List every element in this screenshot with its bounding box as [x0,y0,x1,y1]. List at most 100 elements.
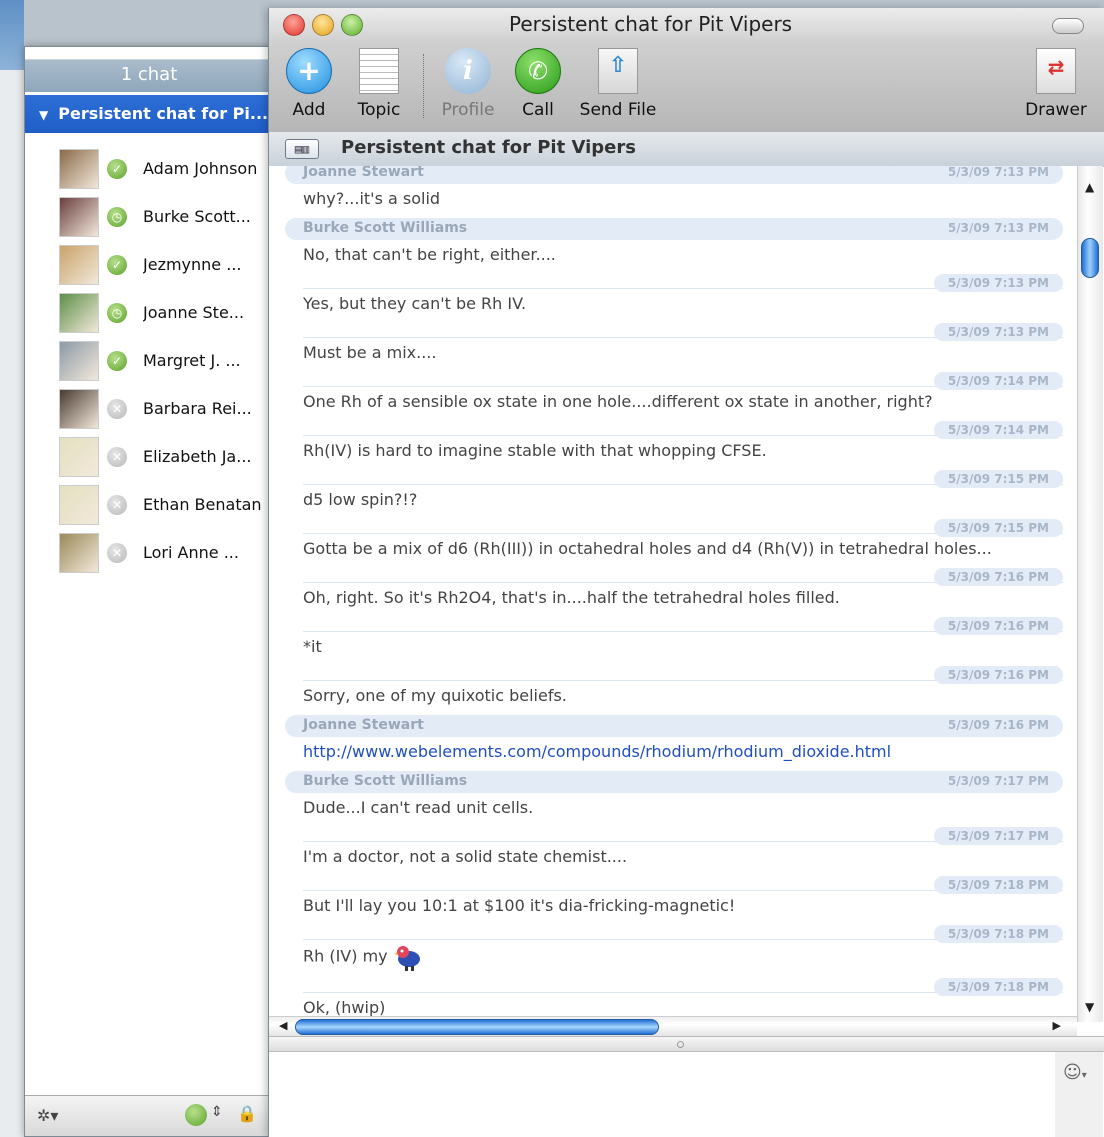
close-button[interactable] [283,14,305,36]
chat-transcript[interactable]: Joanne Stewart 5/3/09 7:13 PM why?...it's … [269,166,1077,1022]
horizontal-scroll-thumb[interactable] [295,1019,659,1035]
available-status-icon[interactable] [185,1104,207,1126]
scroll-down-icon[interactable]: ▼ [1085,1000,1094,1014]
available-status-icon: ◷ [107,303,127,323]
message-timestamp: 5/3/09 7:16 PM [933,666,1063,684]
message-sender-bar: Burke Scott Williams 5/3/09 7:17 PM [285,771,1063,793]
vertical-scroll-thumb[interactable] [1081,238,1099,278]
available-status-icon: ◷ [107,207,127,227]
scroll-right-icon[interactable]: ▶ [1053,1019,1061,1032]
message-text: Yes, but they can't be Rh IV. [303,294,527,313]
window-title: Persistent chat for Pit Vipers [509,12,793,36]
status-glyph: ✕ [111,402,123,416]
offline-status-icon: ✕ [107,495,127,515]
message-timestamp: 5/3/09 7:13 PM [947,221,1049,235]
chat-titlebar[interactable]: Persistent chat for Pit Vipers [269,8,1104,44]
buddy-row[interactable]: ✕ Barbara Rei... [59,387,275,435]
emoticon-panel: ☺▾ [1055,1052,1103,1137]
buddy-row[interactable]: ✓ Jezmynne ... [59,243,275,291]
desktop-sky [0,0,24,70]
scroll-up-icon[interactable]: ▲ [1085,180,1094,194]
message-timestamp: 5/3/09 7:17 PM [947,774,1049,788]
message-timestamp: 5/3/09 7:14 PM [933,421,1063,439]
toolbar-toggle-button[interactable] [1052,18,1084,34]
profile-button[interactable]: i Profile [439,48,497,128]
message-separator: 5/3/09 7:17 PM [303,827,1063,845]
transcript-content: Joanne Stewart 5/3/09 7:13 PM why?...it's … [269,166,1077,1021]
message-separator: 5/3/09 7:16 PM [303,666,1063,684]
message-text: http://www.webelements.com/compounds/rho… [303,739,1057,765]
buddy-name: Margret J. ... [143,351,241,370]
group-header-persistent-chat[interactable]: ▼ Persistent chat for Pi... [25,95,273,133]
send-file-button[interactable]: ⇧ Send File [577,48,659,128]
message-timestamp: 5/3/09 7:13 PM [947,166,1049,179]
disclosure-triangle-icon[interactable]: ▼ [39,96,48,133]
buddy-name: Ethan Benatan [143,495,262,514]
vertical-scrollbar[interactable]: ▲ ▼ [1077,166,1103,1022]
avatar [59,293,99,333]
phone-glyph: ✆ [527,57,549,85]
buddy-row[interactable]: ✓ Margret J. ... [59,339,275,387]
message-separator: 5/3/09 7:14 PM [303,372,1063,390]
buddy-row[interactable]: ◷ Joanne Ste... [59,291,275,339]
message-sender-bar: Joanne Stewart 5/3/09 7:16 PM [285,715,1063,737]
lock-icon[interactable]: 🔒 [237,1104,257,1123]
input-splitter[interactable] [269,1036,1104,1052]
call-label: Call [522,100,554,120]
splitter-grip-icon[interactable] [677,1041,684,1048]
sender-name: Joanne Stewart [303,717,424,733]
minimize-button[interactable] [312,14,334,36]
buddy-name: Joanne Ste... [143,303,245,322]
avatar [59,245,99,285]
status-glyph: ◷ [111,306,123,320]
chat-header-title: Persistent chat for Pit Vipers [341,137,636,158]
call-button[interactable]: ✆ Call [513,48,563,128]
topic-button[interactable]: Topic [351,48,407,128]
scroll-left-icon[interactable]: ◀ [279,1019,287,1032]
chat-room-icon: ▤▥ [285,139,319,159]
buddy-name: Barbara Rei... [143,399,252,418]
buddy-name: Jezmynne ... [143,255,242,274]
avatar [59,149,99,189]
zoom-button[interactable] [341,14,363,36]
available-status-icon: ✓ [107,351,127,371]
emoticon-menu-button[interactable]: ☺▾ [1063,1062,1087,1083]
status-glyph: ✕ [111,546,123,560]
buddy-row[interactable]: ✓ Adam Johnson [59,147,275,195]
message-separator: 5/3/09 7:18 PM [303,925,1063,943]
offline-status-icon: ✕ [107,543,127,563]
buddy-row[interactable]: ✕ Ethan Benatan [59,483,275,531]
status-glyph: ✕ [111,450,123,464]
buddy-row[interactable]: ✕ Lori Anne ... [59,531,275,579]
horizontal-scrollbar[interactable]: ◀ ▶ [269,1016,1077,1036]
buddy-row[interactable]: ◷ Burke Scott... [59,195,275,243]
drawer-button[interactable]: ⇄ Drawer [1023,48,1089,128]
buddy-list-footer: ✲▾ ⇕ 🔒 [25,1095,273,1136]
message-text: I'm a doctor, not a solid state chemist.… [303,847,628,866]
available-status-icon: ✓ [107,255,127,275]
status-menu-arrows-icon[interactable]: ⇕ [211,1104,223,1120]
buddy-list-title: 1 chat [25,59,273,92]
message-text: Rh(IV) is hard to imagine stable with th… [303,441,767,460]
message-timestamp: 5/3/09 7:15 PM [933,519,1063,537]
buddy-row[interactable]: ✕ Elizabeth Ja... [59,435,275,483]
gear-icon[interactable]: ✲▾ [37,1106,58,1125]
message-text: Oh, right. So it's Rh2O4, that's in....h… [303,588,840,607]
message-separator: 5/3/09 7:16 PM [303,568,1063,586]
group-header-label: Persistent chat for Pi... [58,104,269,123]
toolbar-separator [423,54,424,118]
avatar [59,389,99,429]
avatar [59,197,99,237]
chat-room-glyph: ▤▥ [294,142,310,156]
message-text-span: Rh (IV) my [303,946,388,966]
add-button[interactable]: + Add [283,48,335,128]
message-text: d5 low spin?!? [303,490,418,509]
drawer-icon: ⇄ [1036,48,1076,94]
message-input[interactable] [269,1052,1055,1137]
message-link[interactable]: http://www.webelements.com/compounds/rho… [303,742,891,761]
smiley-icon: ☺ [1063,1062,1082,1083]
buddy-name: Lori Anne ... [143,543,239,562]
message-timestamp: 5/3/09 7:13 PM [933,323,1063,341]
message-text: Sorry, one of my quixotic beliefs. [303,686,567,705]
message-text: why?...it's a solid [303,189,441,208]
